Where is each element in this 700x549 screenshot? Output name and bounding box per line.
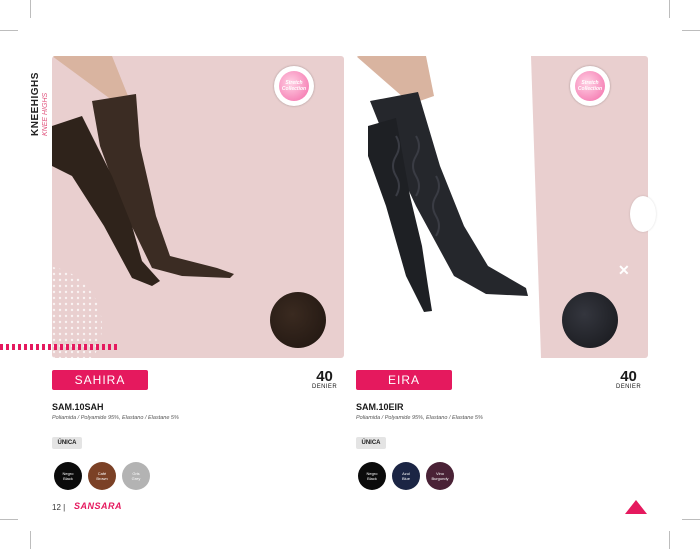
size-tag: ÚNICA	[52, 437, 82, 449]
decorative-stripe	[0, 344, 120, 350]
color-swatch-brown: Café Brown	[88, 462, 116, 490]
product-code: SAM.10SAH	[52, 402, 104, 412]
decorative-cross: ✕	[618, 262, 630, 278]
section-subtitle: KNEE HIGHS	[42, 92, 49, 136]
section-title: KNEEHIGHS	[30, 72, 41, 136]
product-name-pill: EIRA	[356, 370, 452, 390]
product-composition: Poliamida / Polyamide 95%, Elastano / El…	[356, 415, 483, 421]
product-code: SAM.10EIR	[356, 402, 404, 412]
denier-info: 40 DENIER	[616, 368, 642, 390]
decorative-circle	[630, 196, 656, 232]
product-composition: Poliamida / Polyamide 95%, Elastano / El…	[52, 415, 179, 421]
stretch-badge: Stretch Collection	[570, 66, 610, 106]
texture-swatch	[562, 292, 618, 348]
color-swatch-burgundy: Vino Burgundy	[426, 462, 454, 490]
page-number: 12 |	[52, 503, 66, 512]
product-image-sahira: Stretch Collection	[52, 56, 344, 358]
denier-value: 40	[620, 368, 637, 385]
product-image-eira: Stretch Collection	[356, 56, 648, 358]
denier-info: 40 DENIER	[312, 368, 338, 390]
stretch-badge: Stretch Collection	[274, 66, 314, 106]
denier-label: DENIER	[312, 384, 338, 390]
section-label: KNEEHIGHS KNEE HIGHS	[10, 40, 50, 150]
color-swatch-grey: Gris Grey	[122, 462, 150, 490]
denier-label: DENIER	[616, 384, 642, 390]
brand-mark-icon	[625, 500, 647, 514]
color-swatch-black: Negro Black	[358, 462, 386, 490]
product-name-pill: SAHIRA	[52, 370, 148, 390]
color-swatch-black: Negro Black	[54, 462, 82, 490]
texture-swatch	[270, 292, 326, 348]
size-tag: ÚNICA	[356, 437, 386, 449]
denier-value: 40	[316, 368, 333, 385]
color-swatch-blue: Azul Blue	[392, 462, 420, 490]
brand-logo: SANSARA	[74, 501, 123, 511]
